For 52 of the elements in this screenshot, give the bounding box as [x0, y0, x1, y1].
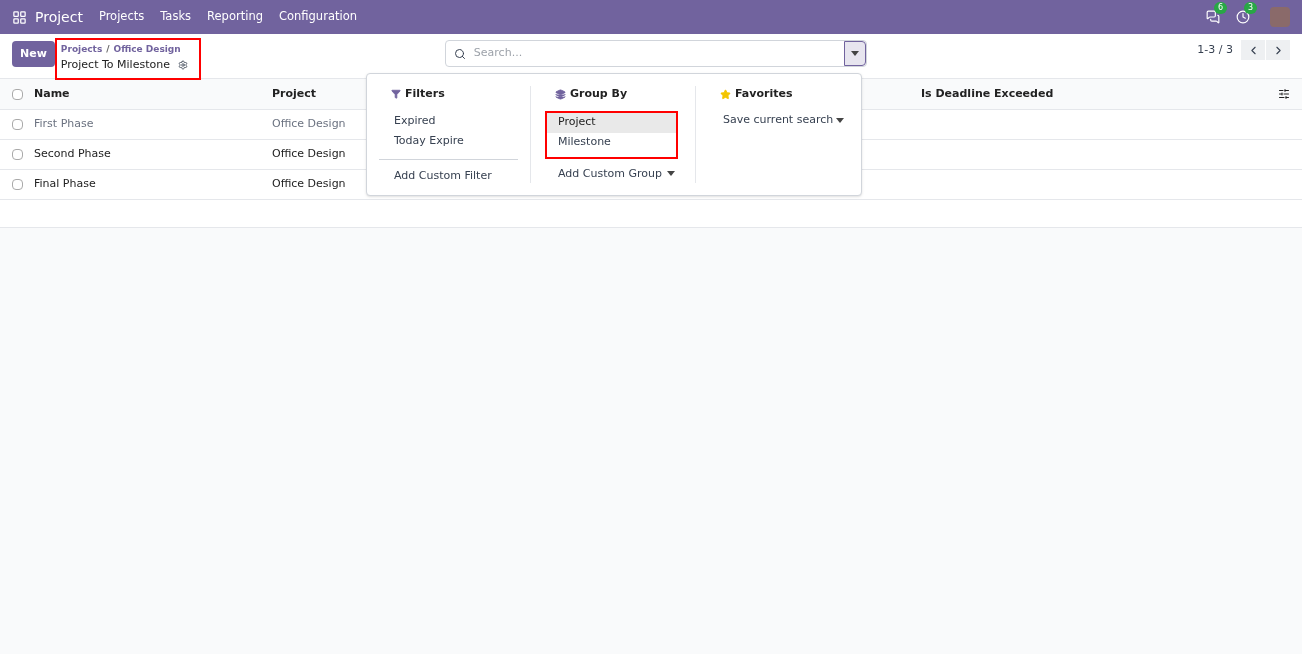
layers-icon [555, 88, 566, 100]
group-by-option[interactable]: Project [547, 112, 676, 133]
table-cell-text: First Phase [34, 116, 95, 133]
table-cell: Office Design [272, 116, 346, 133]
add-custom-group-select[interactable]: Add Custom Group [558, 165, 675, 182]
breadcrumb-link[interactable]: Office Design [113, 43, 181, 57]
search-input[interactable]: Search... [473, 45, 844, 62]
star-icon [720, 88, 731, 100]
clock-icon[interactable] [1236, 10, 1250, 24]
section-title: Group By [570, 86, 628, 102]
save-search-toggle[interactable]: Save current search [723, 110, 844, 131]
column-options-icon[interactable] [1278, 88, 1290, 100]
chat-icon[interactable] [1206, 10, 1220, 24]
group-by-option[interactable]: Milestone [547, 132, 676, 153]
select-all-checkbox[interactable] [12, 88, 23, 100]
column-header[interactable]: Name [34, 85, 272, 103]
search-field[interactable]: Search... [444, 40, 867, 67]
caret-icon [836, 118, 844, 123]
caret-icon [667, 171, 675, 177]
caret-icon [850, 51, 859, 56]
row-checkbox[interactable] [12, 179, 23, 190]
add-custom-filter-link[interactable]: Add Custom Filter [394, 167, 518, 184]
nav-menu-item[interactable]: Reporting [207, 8, 263, 26]
nav-menu-item[interactable]: Configuration [278, 8, 357, 26]
nav-menu-item[interactable]: Projects [98, 8, 145, 26]
table-cell: Office Design [272, 176, 346, 193]
table-cell: Office Design [272, 146, 346, 163]
table-cell-text: Second Phase [34, 146, 112, 163]
settings-icon[interactable] [177, 59, 188, 70]
notification-count: 6 [1214, 2, 1228, 14]
column-header[interactable]: Is Deadline Exceeded [921, 85, 1054, 103]
next-page-button[interactable] [1266, 40, 1290, 60]
app-name[interactable]: Project [35, 6, 83, 28]
new-button[interactable]: New [12, 41, 55, 67]
search-options-toggle[interactable] [843, 41, 866, 66]
filter-option[interactable]: Expired [394, 110, 518, 131]
section-title: Favorites [735, 86, 793, 102]
filter-icon [391, 89, 401, 100]
breadcrumb-link[interactable]: Projects [60, 43, 103, 57]
row-checkbox[interactable] [12, 119, 23, 130]
previous-page-button[interactable] [1241, 40, 1265, 60]
section-title: Filters [405, 86, 445, 102]
filter-option[interactable]: Today Expire [394, 130, 518, 151]
row-checkbox[interactable] [12, 149, 23, 160]
breadcrumb-separator: / [106, 43, 110, 56]
table-cell-text: Final Phase [34, 176, 97, 193]
pager-value: 1-3 / 3 [1197, 41, 1233, 58]
search-icon [453, 47, 466, 60]
notification-count: 3 [1244, 2, 1258, 14]
apps-menu-icon[interactable] [12, 9, 27, 25]
nav-menu-item[interactable]: Tasks [160, 8, 192, 26]
page-title: Project To Milestone [60, 56, 170, 73]
